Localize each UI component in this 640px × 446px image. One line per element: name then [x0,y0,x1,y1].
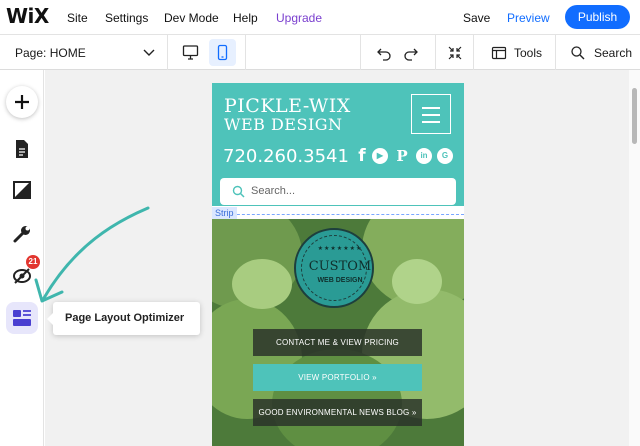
top-menu-bar: WiX Site Settings Dev Mode Help Upgrade … [0,0,640,35]
facebook-icon[interactable]: f [354,148,370,165]
hamburger-menu-icon[interactable] [411,94,451,134]
seal-main-text: CUSTOM [308,259,372,274]
add-elements-button[interactable] [6,86,38,118]
site-phone-number: 720.260.3541 [223,146,349,167]
view-portfolio-button[interactable]: VIEW PORTFOLIO » [253,364,422,391]
design-icon[interactable] [11,179,33,201]
strip-boundary [212,214,464,215]
menu-site[interactable]: Site [67,11,88,25]
search-icon [571,46,585,60]
site-brand-line2: WEB DESIGN [224,115,343,134]
page-layout-optimizer-tooltip: Page Layout Optimizer [47,302,200,335]
tools-label: Tools [514,46,543,60]
site-brand-line1: PICKLE-WIX [224,95,351,117]
youtube-icon[interactable]: ▶ [372,148,388,164]
strip-tag[interactable]: Strip [212,207,237,219]
device-switcher [168,35,246,70]
mobile-icon [217,44,228,61]
menu-upgrade[interactable]: Upgrade [276,11,322,25]
canvas-scrollbar[interactable] [629,70,640,446]
hero-strip[interactable]: ★★★★★★★ CUSTOM WEB DESIGN CONTACT ME & V… [212,219,464,446]
undo-icon[interactable] [376,45,392,61]
publish-button[interactable]: Publish [565,5,630,29]
wix-logo[interactable]: WiX [6,4,49,28]
desktop-icon [182,45,199,60]
search-icon [232,185,245,198]
linkedin-icon[interactable]: in [416,148,432,164]
menu-dev-mode[interactable]: Dev Mode [164,11,219,25]
pages-icon[interactable] [11,138,33,160]
layout-optimizer-icon [13,310,31,326]
zoom-out-group [436,35,474,70]
pinterest-icon[interactable]: P [394,148,410,164]
zoom-out-icon[interactable] [447,45,463,61]
custom-web-design-seal: ★★★★★★★ CUSTOM WEB DESIGN [294,228,374,308]
contact-pricing-button[interactable]: CONTACT ME & VIEW PRICING [253,329,422,356]
environmental-blog-button[interactable]: GOOD ENVIRONMENTAL NEWS BLOG » [253,399,422,426]
undo-redo-group [360,35,436,70]
site-search-input[interactable]: Search... [220,178,456,205]
redo-icon[interactable] [403,45,419,61]
search-label: Search [594,46,633,60]
scrollbar-thumb[interactable] [632,88,637,144]
menu-help[interactable]: Help [233,11,258,25]
chevron-down-icon [143,49,155,56]
tools-icon [491,46,507,60]
google-plus-icon[interactable]: G [437,148,453,164]
editor-toolbar: Page: HOME Tools Search [0,35,640,70]
search-button[interactable]: Search [556,35,640,70]
preview-button[interactable]: Preview [507,11,550,25]
annotation-arrow-icon [34,206,150,303]
page-selector-label: Page: HOME [15,46,86,60]
site-header[interactable]: PICKLE-WIX WEB DESIGN 720.260.3541 f ▶ P… [212,83,464,206]
menu-settings[interactable]: Settings [105,11,148,25]
mobile-view-button[interactable] [209,39,236,66]
save-button[interactable]: Save [463,11,490,25]
desktop-view-button[interactable] [177,39,204,66]
page-selector[interactable]: Page: HOME [0,35,168,70]
tools-button[interactable]: Tools [474,35,556,70]
seal-sub-text: WEB DESIGN [317,277,363,284]
site-search-placeholder: Search... [251,185,296,197]
plus-icon [15,95,29,109]
mobile-preview[interactable]: PICKLE-WIX WEB DESIGN 720.260.3541 f ▶ P… [212,83,464,446]
